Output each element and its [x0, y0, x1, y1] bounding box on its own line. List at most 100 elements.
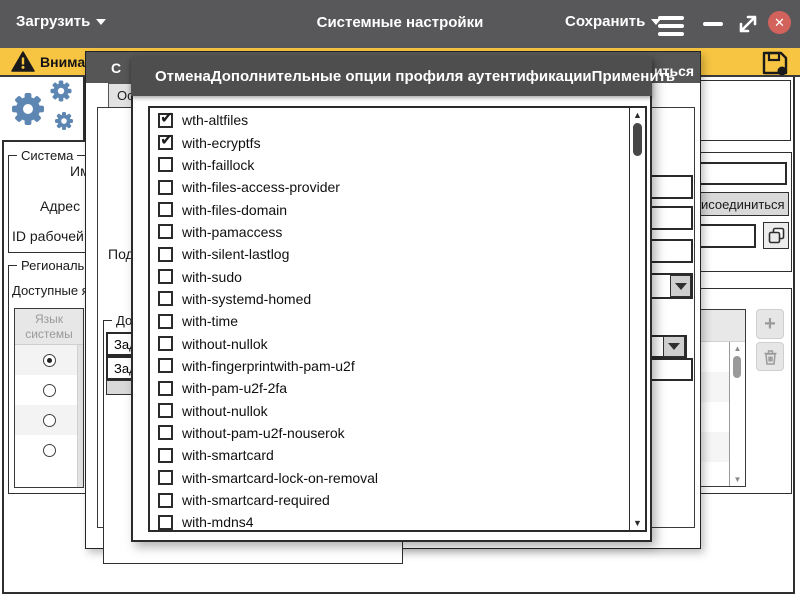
language-row[interactable]: [15, 435, 83, 465]
option-checkbox[interactable]: [158, 493, 173, 508]
option-label: with-fingerprintwith-pam-u2f: [182, 358, 355, 374]
chevron-down-icon: [675, 283, 687, 290]
option-checkbox[interactable]: [158, 180, 173, 195]
option-label: wth-altfiles: [182, 112, 248, 128]
trash-icon: [763, 349, 778, 365]
option-label: with-faillock: [182, 157, 254, 173]
language-radio[interactable]: [43, 414, 56, 427]
language-row[interactable]: [15, 405, 83, 435]
language-row[interactable]: [15, 345, 83, 375]
language-table-scrollbar[interactable]: [77, 345, 83, 487]
options-scrollbar[interactable]: ▲ ▼: [629, 108, 645, 530]
delete-button[interactable]: [756, 342, 784, 371]
language-radio[interactable]: [43, 384, 56, 397]
dialog-header-left-fragment[interactable]: С: [111, 60, 121, 76]
option-row[interactable]: with-fingerprintwith-pam-u2f: [150, 355, 629, 377]
chevron-down-icon: [668, 343, 680, 350]
app-logo-gears: [2, 77, 85, 142]
option-checkbox[interactable]: [158, 291, 173, 306]
apply-button[interactable]: Применить: [592, 68, 675, 85]
scroll-thumb[interactable]: [633, 123, 642, 156]
option-checkbox[interactable]: [158, 314, 173, 329]
scroll-down-icon[interactable]: ▼: [730, 475, 745, 484]
option-label: without-nullok: [182, 336, 268, 352]
option-row[interactable]: with-time: [150, 310, 629, 332]
option-row[interactable]: with-sudo: [150, 265, 629, 287]
option-row[interactable]: ✔with-ecryptfs: [150, 131, 629, 153]
option-row[interactable]: without-pam-u2f-nouserok: [150, 422, 629, 444]
option-row[interactable]: with-files-access-provider: [150, 176, 629, 198]
screen: Загрузить Системные настройки Сохранить …: [0, 0, 800, 600]
option-row[interactable]: without-nullok: [150, 332, 629, 354]
language-row[interactable]: [15, 375, 83, 405]
option-checkbox[interactable]: [158, 448, 173, 463]
add-button[interactable]: +: [756, 309, 784, 339]
option-label: with-smartcard-lock-on-removal: [182, 470, 378, 486]
minimize-icon[interactable]: [703, 22, 723, 26]
warning-triangle-icon: [11, 51, 35, 73]
option-row[interactable]: without-nullok: [150, 399, 629, 421]
dropdown-arrow-button[interactable]: [670, 275, 691, 297]
system-group-legend: Система: [17, 148, 77, 163]
option-row[interactable]: with-pamaccess: [150, 221, 629, 243]
scroll-thumb[interactable]: [733, 356, 741, 378]
option-checkbox[interactable]: ✔: [158, 135, 173, 150]
option-checkbox[interactable]: [158, 157, 173, 172]
save-menu-button[interactable]: Сохранить: [565, 13, 661, 30]
dialog-button-fragment[interactable]: [106, 380, 132, 395]
option-checkbox[interactable]: [158, 269, 173, 284]
expand-icon[interactable]: [735, 11, 761, 37]
copy-button[interactable]: [763, 222, 789, 249]
option-row[interactable]: ✔ wth-altfiles: [150, 109, 629, 131]
option-row[interactable]: with-smartcard-lock-on-removal: [150, 467, 629, 489]
hamburger-menu-icon[interactable]: [658, 12, 684, 40]
option-checkbox[interactable]: ✔: [158, 113, 173, 128]
main-titlebar: Загрузить Системные настройки Сохранить …: [0, 0, 800, 48]
option-checkbox[interactable]: [158, 358, 173, 373]
scroll-up-icon[interactable]: ▲: [730, 344, 745, 353]
dropdown-arrow-button[interactable]: [663, 336, 685, 357]
option-label: with-files-access-provider: [182, 179, 340, 195]
cancel-button[interactable]: Отмена: [155, 68, 211, 85]
option-label: without-pam-u2f-nouserok: [182, 425, 345, 441]
option-row[interactable]: with-smartcard: [150, 444, 629, 466]
auth-options-modal: Отмена Дополнительные опции профиля ауте…: [131, 57, 652, 542]
save-menu-label: Сохранить: [565, 13, 645, 30]
close-icon[interactable]: ✕: [768, 11, 791, 34]
option-checkbox[interactable]: [158, 403, 173, 418]
option-checkbox[interactable]: [158, 336, 173, 351]
option-row[interactable]: with-smartcard-required: [150, 489, 629, 511]
modal-title: Дополнительные опции профиля аутентифика…: [211, 68, 592, 85]
language-radio[interactable]: [43, 354, 56, 367]
option-checkbox[interactable]: [158, 247, 173, 262]
option-row[interactable]: with-silent-lastlog: [150, 243, 629, 265]
option-label: without-nullok: [182, 403, 268, 419]
option-checkbox[interactable]: [158, 470, 173, 485]
address-field-label: Адрес: [40, 198, 80, 214]
option-row[interactable]: with-pam-u2f-2fa: [150, 377, 629, 399]
option-label: with-mdns4: [182, 514, 254, 530]
option-label: with-silent-lastlog: [182, 246, 289, 262]
option-checkbox[interactable]: [158, 381, 173, 396]
checkmark-icon: ✔: [160, 108, 173, 127]
language-table: Язык системы: [14, 308, 84, 488]
checkmark-icon: ✔: [160, 130, 173, 149]
option-checkbox[interactable]: [158, 224, 173, 239]
right-table-scrollbar[interactable]: ▲ ▼: [729, 342, 745, 486]
option-checkbox[interactable]: [158, 202, 173, 217]
plus-icon: +: [764, 313, 776, 336]
scroll-up-icon[interactable]: ▲: [630, 110, 645, 120]
option-checkbox[interactable]: [158, 515, 173, 530]
option-label: with-files-domain: [182, 202, 287, 218]
save-floppy-icon[interactable]: [761, 50, 789, 76]
option-row[interactable]: with-faillock: [150, 154, 629, 176]
option-checkbox[interactable]: [158, 425, 173, 440]
scroll-down-icon[interactable]: ▼: [630, 518, 645, 528]
language-radio[interactable]: [43, 444, 56, 457]
options-list: ✔ wth-altfiles ✔with-ecryptfs with-faillock…: [148, 106, 647, 532]
language-table-header: Язык системы: [15, 309, 83, 345]
option-row[interactable]: with-mdns4: [150, 511, 629, 532]
option-row[interactable]: with-systemd-homed: [150, 288, 629, 310]
option-row[interactable]: with-files-domain: [150, 198, 629, 220]
option-label: with-smartcard-required: [182, 492, 330, 508]
